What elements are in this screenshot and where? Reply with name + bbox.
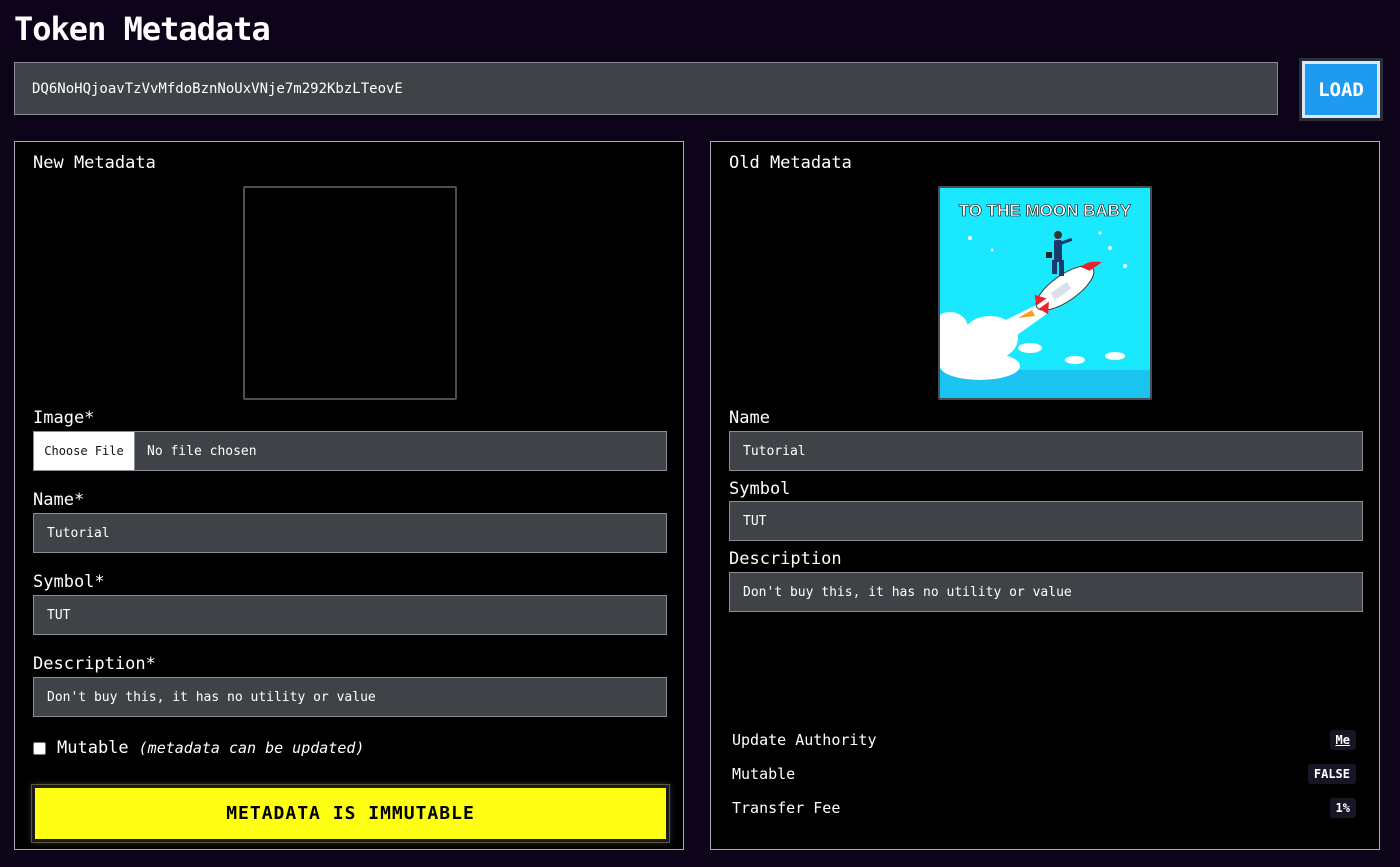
description-label: Description* xyxy=(33,654,156,674)
update-authority-label: Update Authority xyxy=(732,731,877,749)
new-metadata-title: New Metadata xyxy=(33,153,156,173)
update-authority-link[interactable]: Me xyxy=(1329,730,1356,750)
mutable-info-label: Mutable xyxy=(732,765,796,783)
transfer-fee-badge: 1% xyxy=(1329,798,1356,818)
name-input[interactable] xyxy=(33,513,667,553)
update-authority-row: Update Authority Me xyxy=(732,730,1356,750)
mutable-hint: (metadata can be updated) xyxy=(138,739,365,757)
symbol-label: Symbol* xyxy=(33,572,105,592)
mutable-row: Mutable (metadata can be updated) xyxy=(33,738,364,758)
rocket-image: TO THE MOON BABY xyxy=(940,188,1150,398)
new-image-preview xyxy=(243,186,457,400)
mutable-checkbox[interactable] xyxy=(33,741,46,755)
old-symbol-field xyxy=(729,501,1363,541)
description-input[interactable] xyxy=(33,677,667,717)
symbol-input[interactable] xyxy=(33,595,667,635)
transfer-fee-label: Transfer Fee xyxy=(732,799,841,817)
image-caption: TO THE MOON BABY xyxy=(959,201,1132,220)
transfer-fee-row: Transfer Fee 1% xyxy=(732,798,1356,818)
file-status: No file chosen xyxy=(147,443,257,459)
page-title: Token Metadata xyxy=(14,10,271,48)
mint-address-input[interactable] xyxy=(14,62,1278,115)
old-metadata-title: Old Metadata xyxy=(729,153,852,173)
image-label: Image* xyxy=(33,408,95,428)
metadata-immutable-button[interactable]: METADATA IS IMMUTABLE xyxy=(32,785,669,842)
old-symbol-label: Symbol xyxy=(729,479,791,499)
mutable-status-badge: FALSE xyxy=(1307,764,1356,784)
old-image-preview: TO THE MOON BABY xyxy=(938,186,1152,400)
name-label: Name* xyxy=(33,490,85,510)
old-metadata-panel: Old Metadata TO THE MOON BABY Name Tutor… xyxy=(710,141,1380,850)
old-description-field xyxy=(729,572,1363,612)
image-file-input[interactable]: Choose File No file chosen xyxy=(33,431,667,471)
old-name-label: Name xyxy=(729,408,770,428)
old-name-field xyxy=(729,431,1363,471)
mutable-label: Mutable xyxy=(57,738,129,758)
old-description-label: Description xyxy=(729,549,842,569)
choose-file-button[interactable]: Choose File xyxy=(34,432,135,470)
mutable-info-row: Mutable FALSE xyxy=(732,764,1356,784)
new-metadata-panel: New Metadata Image* Choose File No file … xyxy=(14,141,684,850)
load-button[interactable]: LOAD xyxy=(1302,61,1380,118)
